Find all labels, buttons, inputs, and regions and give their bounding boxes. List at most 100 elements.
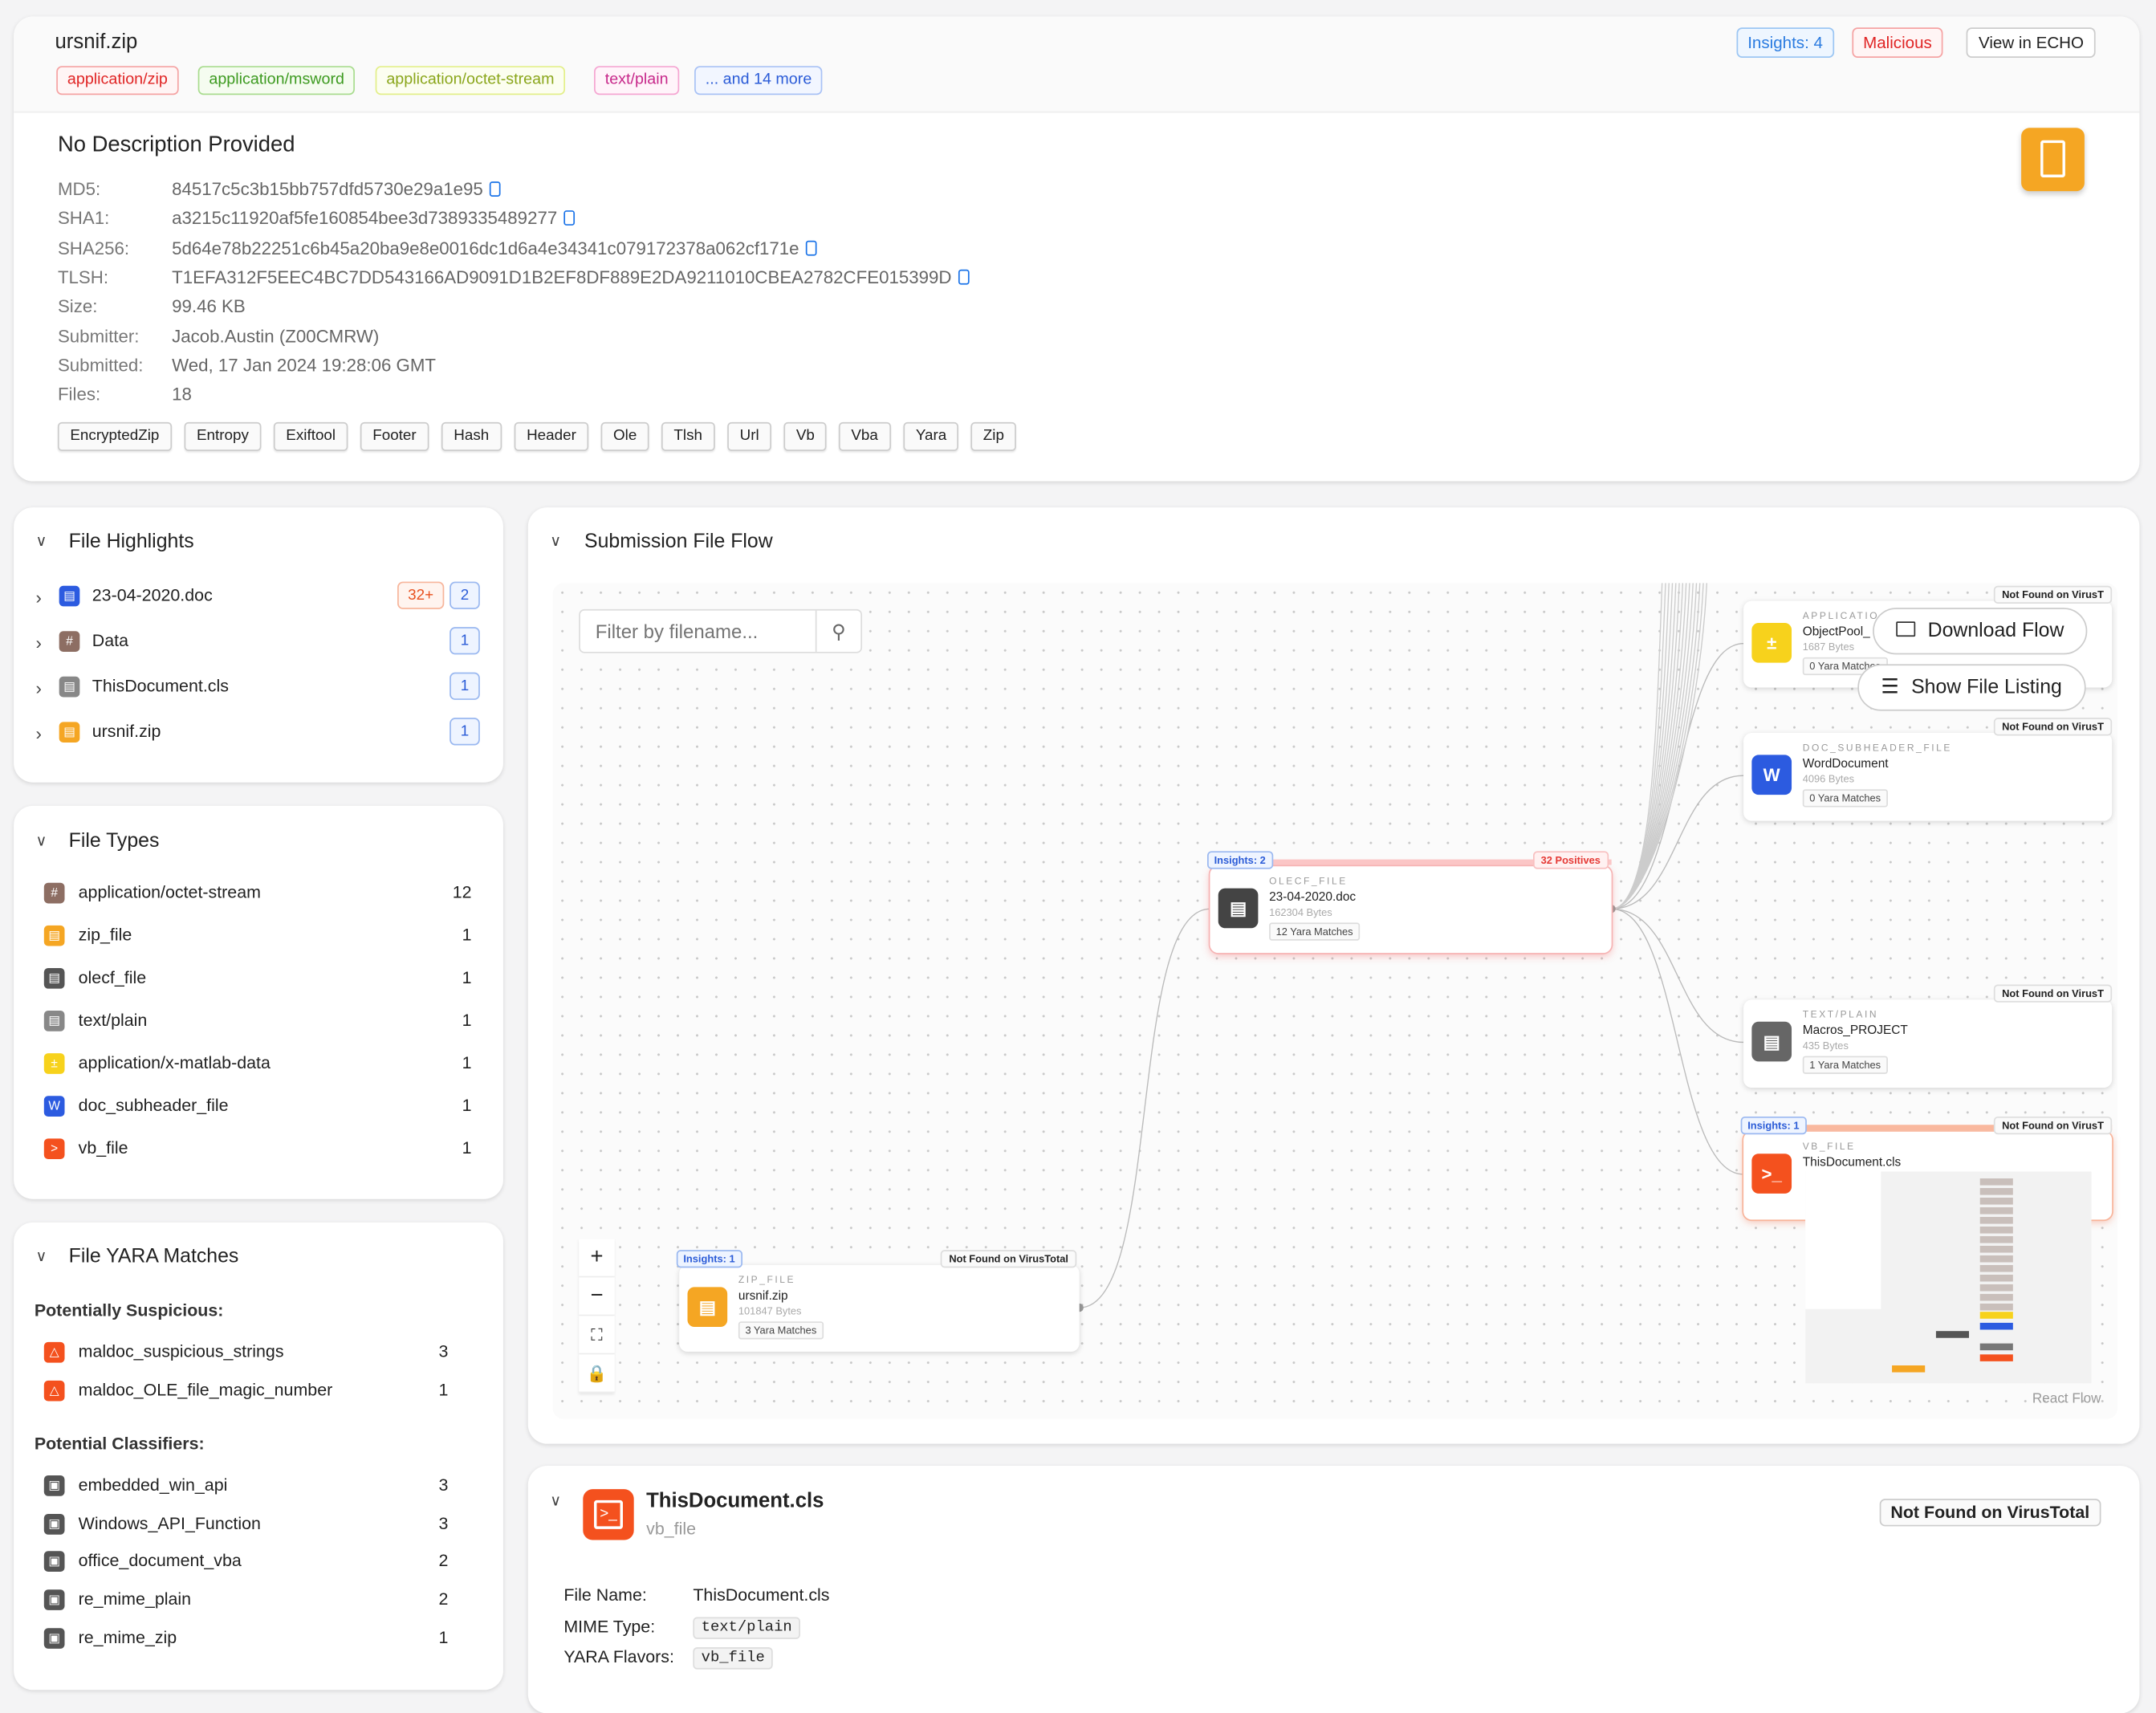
zoom-in-button[interactable]: + bbox=[579, 1239, 615, 1278]
plugin-chip[interactable]: Hash bbox=[441, 421, 502, 451]
node-yara-matches: 12 Yara Matches bbox=[1269, 922, 1361, 941]
section-title: File Types bbox=[68, 830, 160, 853]
collapse-chevron-icon[interactable]: ∨ bbox=[36, 832, 47, 850]
mime-tag[interactable]: text/plain bbox=[594, 66, 680, 96]
yara-card bbox=[14, 1222, 503, 1691]
view-in-echo-button[interactable]: View in ECHO bbox=[1966, 27, 2097, 58]
expand-chevron-icon[interactable]: › bbox=[36, 678, 42, 699]
expand-chevron-icon[interactable]: › bbox=[36, 633, 42, 653]
minimap-node bbox=[1979, 1235, 2013, 1243]
terminal-icon: >_ bbox=[1751, 1154, 1792, 1194]
plugin-chip[interactable]: Ole bbox=[600, 421, 649, 451]
copy-icon[interactable] bbox=[806, 240, 817, 255]
plugin-chip[interactable]: Vb bbox=[783, 421, 828, 451]
filter-input[interactable] bbox=[580, 610, 815, 652]
value-text: 99.46 KB bbox=[172, 295, 246, 317]
yara-rule-name[interactable]: Windows_API_Function bbox=[79, 1513, 261, 1532]
detail-value: vb_file bbox=[693, 1646, 774, 1670]
detail-file-name: ThisDocument.cls bbox=[646, 1489, 824, 1513]
virustotal-badge: Not Found on VirusT bbox=[1993, 585, 2113, 604]
lock-icon[interactable]: 🔒 bbox=[579, 1354, 615, 1394]
node-size: 101847 Bytes bbox=[738, 1304, 802, 1318]
minimap-node bbox=[1979, 1245, 2013, 1253]
minimap-node bbox=[1979, 1207, 2013, 1215]
yara-rule-name[interactable]: re_mime_plain bbox=[79, 1589, 191, 1609]
plugin-chip[interactable]: Exiftool bbox=[273, 421, 348, 451]
value-text: T1EFA312F5EEC4BC7DD543166AD9091D1B2EF8DF… bbox=[172, 267, 952, 287]
filter-input-box[interactable]: ⚲ bbox=[579, 608, 863, 653]
file-type-name: application/x-matlab-data bbox=[78, 1053, 271, 1073]
copy-icon[interactable] bbox=[563, 210, 576, 226]
text-file-icon: ▤ bbox=[1751, 1021, 1792, 1062]
value-text: 18 bbox=[172, 384, 192, 405]
mime-tag[interactable]: application/zip bbox=[56, 66, 179, 96]
yara-rule-count: 1 bbox=[438, 1627, 449, 1647]
collapse-chevron-icon[interactable]: ∨ bbox=[36, 532, 47, 551]
download-flow-button[interactable]: Download Flow bbox=[1873, 608, 2088, 655]
zip-icon: ▤ bbox=[687, 1287, 728, 1328]
detail-label: MIME Type: bbox=[563, 1617, 656, 1637]
field-value: T1EFA312F5EEC4BC7DD543166AD9091D1B2EF8DF… bbox=[172, 267, 970, 287]
minimap-node bbox=[1979, 1217, 2013, 1224]
plugin-chip[interactable]: Yara bbox=[903, 421, 959, 451]
classifier-icon: ▣ bbox=[43, 1589, 65, 1611]
expand-chevron-icon[interactable]: › bbox=[36, 587, 42, 608]
collapse-chevron-icon[interactable]: ∨ bbox=[550, 532, 561, 551]
virustotal-badge: Not Found on VirusT bbox=[1993, 1116, 2113, 1135]
highlight-item-3[interactable]: ursnif.zip bbox=[92, 722, 161, 741]
file-type-name: olecf_file bbox=[78, 967, 147, 987]
plugin-chip[interactable]: Footer bbox=[360, 421, 429, 451]
minimap-node bbox=[1979, 1312, 2013, 1319]
file-type-name: doc_subheader_file bbox=[78, 1096, 229, 1116]
plugin-chip[interactable]: Zip bbox=[970, 421, 1017, 451]
plugin-chip[interactable]: Tlsh bbox=[661, 421, 715, 451]
node-name: ThisDocument.cls bbox=[1802, 1154, 1902, 1170]
highlight-item-1[interactable]: Data bbox=[92, 631, 128, 650]
minimap-node bbox=[1979, 1255, 2013, 1263]
highlight-item-2[interactable]: ThisDocument.cls bbox=[92, 677, 229, 696]
search-icon[interactable]: ⚲ bbox=[815, 610, 861, 652]
copy-icon[interactable] bbox=[490, 181, 502, 197]
show-file-listing-button[interactable]: ☰ Show File Listing bbox=[1857, 664, 2085, 711]
hash-icon: # bbox=[43, 882, 65, 904]
expand-chevron-icon[interactable]: › bbox=[36, 723, 42, 744]
section-title: Submission File Flow bbox=[584, 531, 773, 553]
plugin-chip[interactable]: EncryptedZip bbox=[57, 421, 172, 451]
highlight-item-0[interactable]: 23-04-2020.doc bbox=[92, 586, 213, 605]
collapse-chevron-icon[interactable]: ∨ bbox=[36, 1247, 47, 1265]
zip-file-icon bbox=[2021, 128, 2085, 192]
zoom-out-button[interactable]: − bbox=[579, 1277, 615, 1316]
plugin-chip[interactable]: Header bbox=[514, 421, 589, 451]
file-type-count: 1 bbox=[462, 967, 472, 987]
node-yara-matches: 0 Yara Matches bbox=[1802, 789, 1888, 808]
minimap[interactable] bbox=[1805, 1171, 2092, 1384]
collapse-chevron-icon[interactable]: ∨ bbox=[550, 1492, 561, 1510]
node-insights-badge: Insights: 1 bbox=[1740, 1116, 1807, 1135]
yara-rule-name[interactable]: office_document_vba bbox=[79, 1552, 242, 1571]
copy-icon[interactable] bbox=[958, 269, 970, 285]
file-type-name: vb_file bbox=[78, 1138, 128, 1158]
mime-tag[interactable]: application/msword bbox=[197, 66, 356, 96]
field-label: Files: bbox=[57, 384, 101, 405]
react-flow-attribution[interactable]: React Flow bbox=[2032, 1392, 2101, 1407]
insights-badge[interactable]: Insights: 4 bbox=[1736, 27, 1834, 58]
document-icon: ▤ bbox=[43, 967, 65, 989]
zip-icon: ▤ bbox=[59, 722, 80, 743]
yara-rule-name[interactable]: embedded_win_api bbox=[79, 1475, 228, 1495]
yara-rule-name[interactable]: maldoc_suspicious_strings bbox=[79, 1342, 284, 1361]
plugin-chip[interactable]: Vba bbox=[838, 421, 891, 451]
node-name: WordDocument bbox=[1802, 756, 1889, 771]
detail-file-type: vb_file bbox=[646, 1519, 697, 1539]
flow-node[interactable] bbox=[1743, 999, 2113, 1088]
fit-view-icon[interactable]: ⛶ bbox=[579, 1316, 615, 1355]
yara-rule-name[interactable]: re_mime_zip bbox=[79, 1628, 177, 1647]
plugin-chip[interactable]: Entropy bbox=[184, 421, 262, 451]
file-type-count: 12 bbox=[452, 882, 472, 902]
more-tags[interactable]: ... and 14 more bbox=[694, 66, 823, 96]
field-label: Submitter: bbox=[57, 325, 140, 346]
yara-rule-name[interactable]: maldoc_OLE_file_magic_number bbox=[79, 1381, 333, 1400]
plugin-chip[interactable]: Url bbox=[727, 421, 772, 451]
yara-rule-count: 1 bbox=[438, 1380, 449, 1400]
mime-tag[interactable]: application/octet-stream bbox=[375, 66, 566, 96]
word-doc-icon: W bbox=[43, 1096, 65, 1117]
